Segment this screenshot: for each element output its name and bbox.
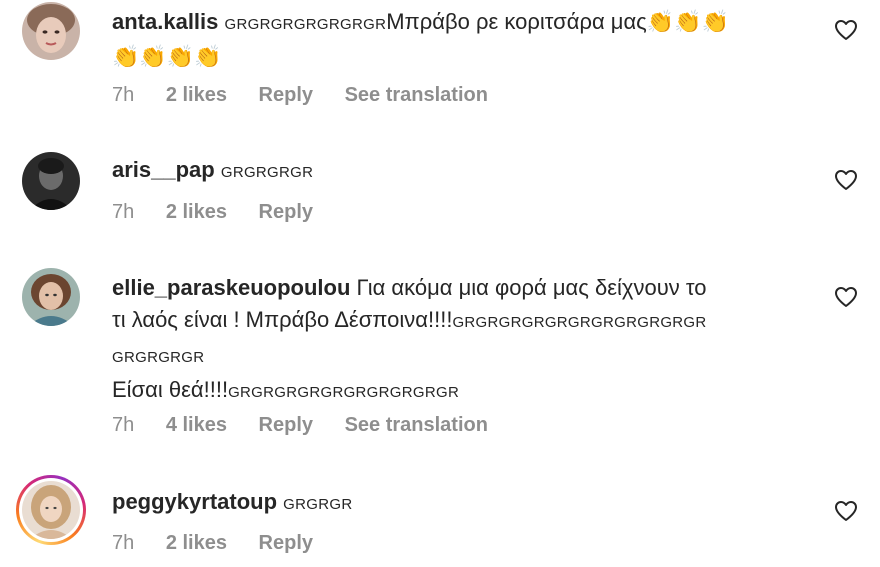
- avatar[interactable]: [16, 475, 86, 545]
- comment-tag: GRGRGRGR: [220, 164, 314, 181]
- reply-button[interactable]: Reply: [259, 84, 313, 106]
- comment-text: Είσαι θεά!!!!: [112, 377, 229, 402]
- comment-meta: 7h 2 likes Reply See translation: [112, 84, 514, 107]
- reply-button[interactable]: Reply: [259, 201, 313, 223]
- comment-username[interactable]: ellie_paraskeuopoulou: [112, 275, 350, 300]
- avatar[interactable]: [22, 268, 80, 326]
- comment-text: Μπράβο ρε κοριτσάρα μας: [386, 9, 647, 34]
- likes-count[interactable]: 2 likes: [166, 201, 227, 223]
- heart-outline-icon[interactable]: [834, 500, 858, 522]
- comment-username[interactable]: anta.kallis: [112, 9, 218, 34]
- reply-button[interactable]: Reply: [259, 532, 313, 554]
- comment-username[interactable]: peggykyrtatoup: [112, 489, 277, 514]
- comment-username[interactable]: aris__pap: [112, 157, 215, 182]
- likes-count[interactable]: 4 likes: [166, 414, 227, 436]
- heart-outline-icon[interactable]: [834, 169, 858, 191]
- avatar[interactable]: [22, 152, 80, 210]
- comment-text: τι λαός είναι ! Μπράβο Δέσποινα!!!!: [112, 307, 453, 332]
- comment-time: 7h: [112, 414, 135, 436]
- comment-meta: 7h 4 likes Reply See translation: [112, 414, 514, 437]
- clapping-hands-emoji: 👏👏👏👏: [112, 44, 222, 69]
- likes-count[interactable]: 2 likes: [166, 84, 227, 106]
- comment-tag: GRGRGR: [283, 496, 353, 513]
- see-translation-button[interactable]: See translation: [345, 84, 488, 106]
- see-translation-button[interactable]: See translation: [345, 414, 488, 436]
- comment-meta: 7h 2 likes Reply: [112, 532, 339, 555]
- clapping-hands-emoji: 👏👏👏: [646, 9, 729, 34]
- story-ring: [19, 478, 83, 542]
- avatar[interactable]: [22, 2, 80, 60]
- comment-tag: GRGRGRGRGRGRGR: [224, 16, 387, 33]
- heart-outline-icon[interactable]: [834, 19, 858, 41]
- likes-count[interactable]: 2 likes: [166, 532, 227, 554]
- heart-outline-icon[interactable]: [834, 286, 858, 308]
- comment-time: 7h: [112, 201, 135, 223]
- comment-time: 7h: [112, 532, 135, 554]
- comment-tag: GRGRGRGRGRGRGRGRGRGR: [228, 384, 460, 401]
- reply-button[interactable]: Reply: [259, 414, 313, 436]
- comment-tag: GRGRGRGRGRGRGRGRGRGRGR: [452, 314, 707, 331]
- comment-text: Για ακόμα μια φορά μας δείχνουν το: [356, 275, 707, 300]
- comment-time: 7h: [112, 84, 135, 106]
- comment-meta: 7h 2 likes Reply: [112, 201, 339, 224]
- comment-tag: GRGRGRGR: [112, 349, 205, 366]
